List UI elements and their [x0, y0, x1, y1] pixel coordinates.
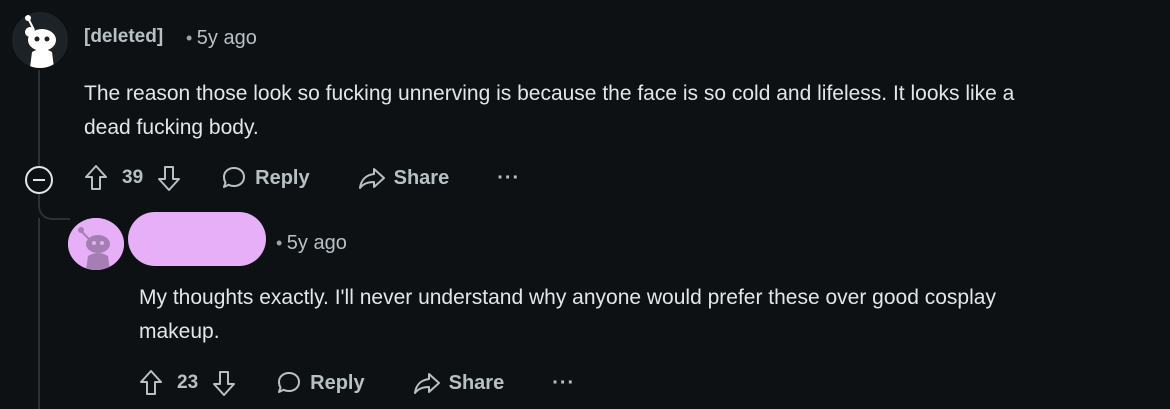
avatar[interactable]: [12, 12, 68, 68]
share-button[interactable]: Share: [413, 371, 505, 395]
upvote-icon[interactable]: [84, 164, 108, 192]
thread-branch: [38, 194, 70, 220]
comment-line: The reason those look so fucking unnervi…: [84, 82, 1015, 105]
downvote-icon[interactable]: [212, 369, 236, 397]
more-icon[interactable]: ···: [552, 372, 575, 395]
comment-body: The reason those look so fucking unnervi…: [84, 77, 1164, 145]
reply-label: Reply: [310, 371, 365, 394]
share-label: Share: [393, 166, 450, 189]
comment-bubble-icon: [278, 372, 301, 393]
upvote-icon[interactable]: [139, 369, 163, 397]
comment-bubble-icon: [223, 167, 246, 188]
collapse-icon[interactable]: [25, 166, 53, 194]
meta-separator: •: [276, 233, 283, 253]
vote-count: 39: [122, 167, 144, 188]
thread-line: [38, 70, 40, 166]
comment-line: makeup.: [139, 320, 220, 343]
share-button[interactable]: Share: [358, 166, 450, 190]
avatar[interactable]: [68, 218, 124, 270]
timestamp[interactable]: 5y ago: [197, 27, 257, 49]
reply-button[interactable]: Reply: [221, 165, 310, 191]
meta-separator: •: [186, 28, 193, 48]
more-icon[interactable]: ···: [497, 167, 520, 190]
share-arrow-icon: [413, 373, 440, 394]
comment-body: My thoughts exactly. I'll never understa…: [139, 281, 1159, 349]
author-name[interactable]: [deleted]: [84, 26, 163, 48]
vote-count: 23: [177, 372, 199, 393]
timestamp[interactable]: 5y ago: [287, 232, 347, 254]
share-label: Share: [448, 371, 505, 394]
redacted-author-name[interactable]: [128, 212, 266, 266]
comment-actions: 39 Reply Share ···: [84, 164, 520, 192]
share-arrow-icon: [358, 168, 385, 189]
reply-label: Reply: [255, 166, 310, 189]
thread-line-reply: [38, 218, 40, 409]
snoo-avatar-icon: [68, 218, 124, 270]
comment-line: My thoughts exactly. I'll never understa…: [139, 286, 996, 309]
comment-line: dead fucking body.: [84, 116, 259, 139]
snoo-avatar-icon: [12, 12, 68, 68]
comment-actions: 23 Reply Share ···: [139, 369, 575, 397]
downvote-icon[interactable]: [157, 164, 181, 192]
reply-button[interactable]: Reply: [276, 370, 365, 396]
